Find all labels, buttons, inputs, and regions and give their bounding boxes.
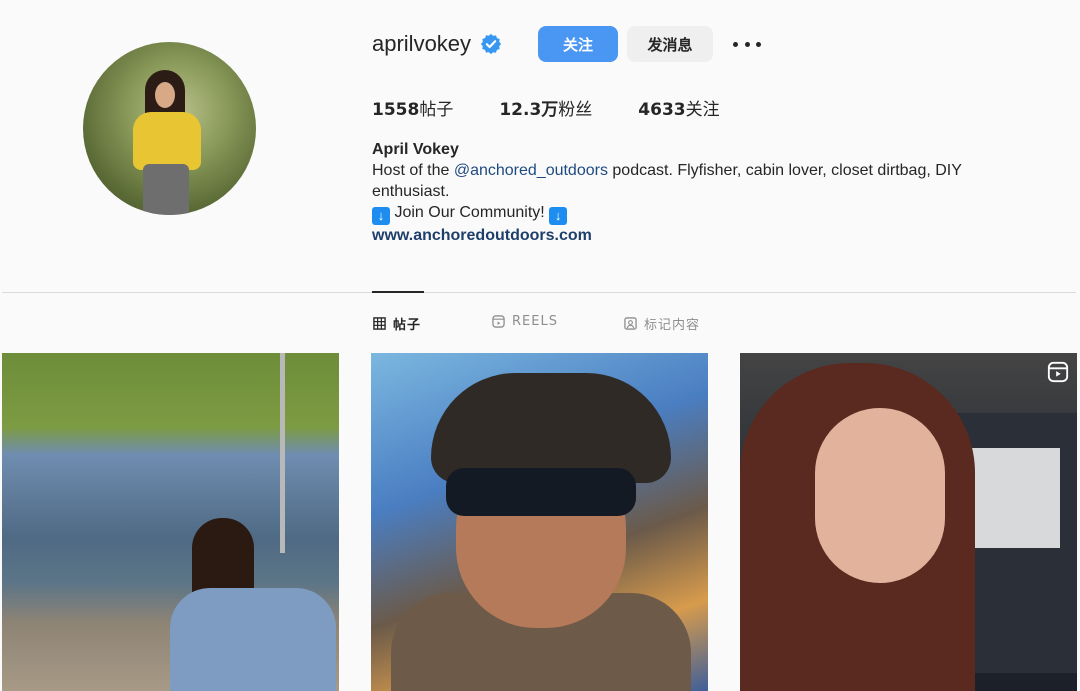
profile-stats: 1558帖子 12.3万粉丝 4633关注 <box>372 95 766 120</box>
tab-posts-label: 帖子 <box>393 318 422 333</box>
more-options-icon[interactable] <box>733 34 761 54</box>
website-link[interactable]: www.anchoredoutdoors.com <box>372 225 1032 246</box>
stat-posts-count: 1558 <box>372 100 420 120</box>
tab-posts[interactable]: 帖子 <box>373 314 421 333</box>
full-name: April Vokey <box>372 141 459 158</box>
post-photo-detail <box>446 468 636 516</box>
profile-avatar[interactable] <box>83 42 256 215</box>
stat-following[interactable]: 4633关注 <box>638 95 719 120</box>
post-photo-detail <box>280 353 285 553</box>
stat-followers-label: 粉丝 <box>558 100 593 120</box>
community-line: ↓ Join Our Community! ↓ <box>372 202 1032 225</box>
verified-badge-icon <box>480 33 502 55</box>
avatar-photo-face <box>155 82 175 108</box>
tab-reels[interactable]: REELS <box>492 314 558 329</box>
reels-badge-icon <box>1047 361 1069 383</box>
reels-icon <box>492 315 505 328</box>
bio-prefix: Host of the <box>372 162 454 179</box>
tab-tagged[interactable]: 标记内容 <box>624 314 700 333</box>
stat-posts[interactable]: 1558帖子 <box>372 95 453 120</box>
follow-button[interactable]: 关注 <box>538 26 618 62</box>
down-arrow-emoji-icon: ↓ <box>372 207 390 225</box>
tagged-icon <box>624 317 637 330</box>
stat-following-count: 4633 <box>638 100 686 120</box>
tabs-divider <box>2 292 1076 293</box>
message-button[interactable]: 发消息 <box>627 26 713 62</box>
down-arrow-emoji-icon: ↓ <box>549 207 568 225</box>
stat-posts-label: 帖子 <box>419 100 454 120</box>
bio-text: Host of the @anchored_outdoors podcast. … <box>372 160 1032 202</box>
avatar-photo-jacket <box>133 112 201 170</box>
post-photo-detail <box>431 373 671 483</box>
tab-tagged-label: 标记内容 <box>644 318 701 333</box>
profile-tabs: 帖子 REELS 标记内容 <box>0 314 1080 334</box>
post-thumbnail[interactable] <box>371 353 708 691</box>
post-thumbnail[interactable] <box>740 353 1077 691</box>
stat-followers[interactable]: 12.3万粉丝 <box>499 95 592 120</box>
grid-icon <box>373 317 386 330</box>
stat-following-label: 关注 <box>685 100 720 120</box>
bio-mention-link[interactable]: @anchored_outdoors <box>454 162 608 179</box>
profile-bio: April Vokey Host of the @anchored_outdoo… <box>372 139 1032 246</box>
avatar-photo-pants <box>143 164 189 215</box>
post-photo-detail <box>170 588 336 691</box>
post-photo-detail <box>815 408 945 583</box>
stat-followers-count: 12.3万 <box>499 100 559 120</box>
active-tab-indicator <box>372 291 424 293</box>
username: aprilvokey <box>372 31 472 56</box>
tab-reels-label: REELS <box>512 314 558 329</box>
post-thumbnail[interactable] <box>2 353 339 691</box>
username-row: aprilvokey <box>372 26 502 62</box>
community-text: Join Our Community! <box>390 204 550 221</box>
